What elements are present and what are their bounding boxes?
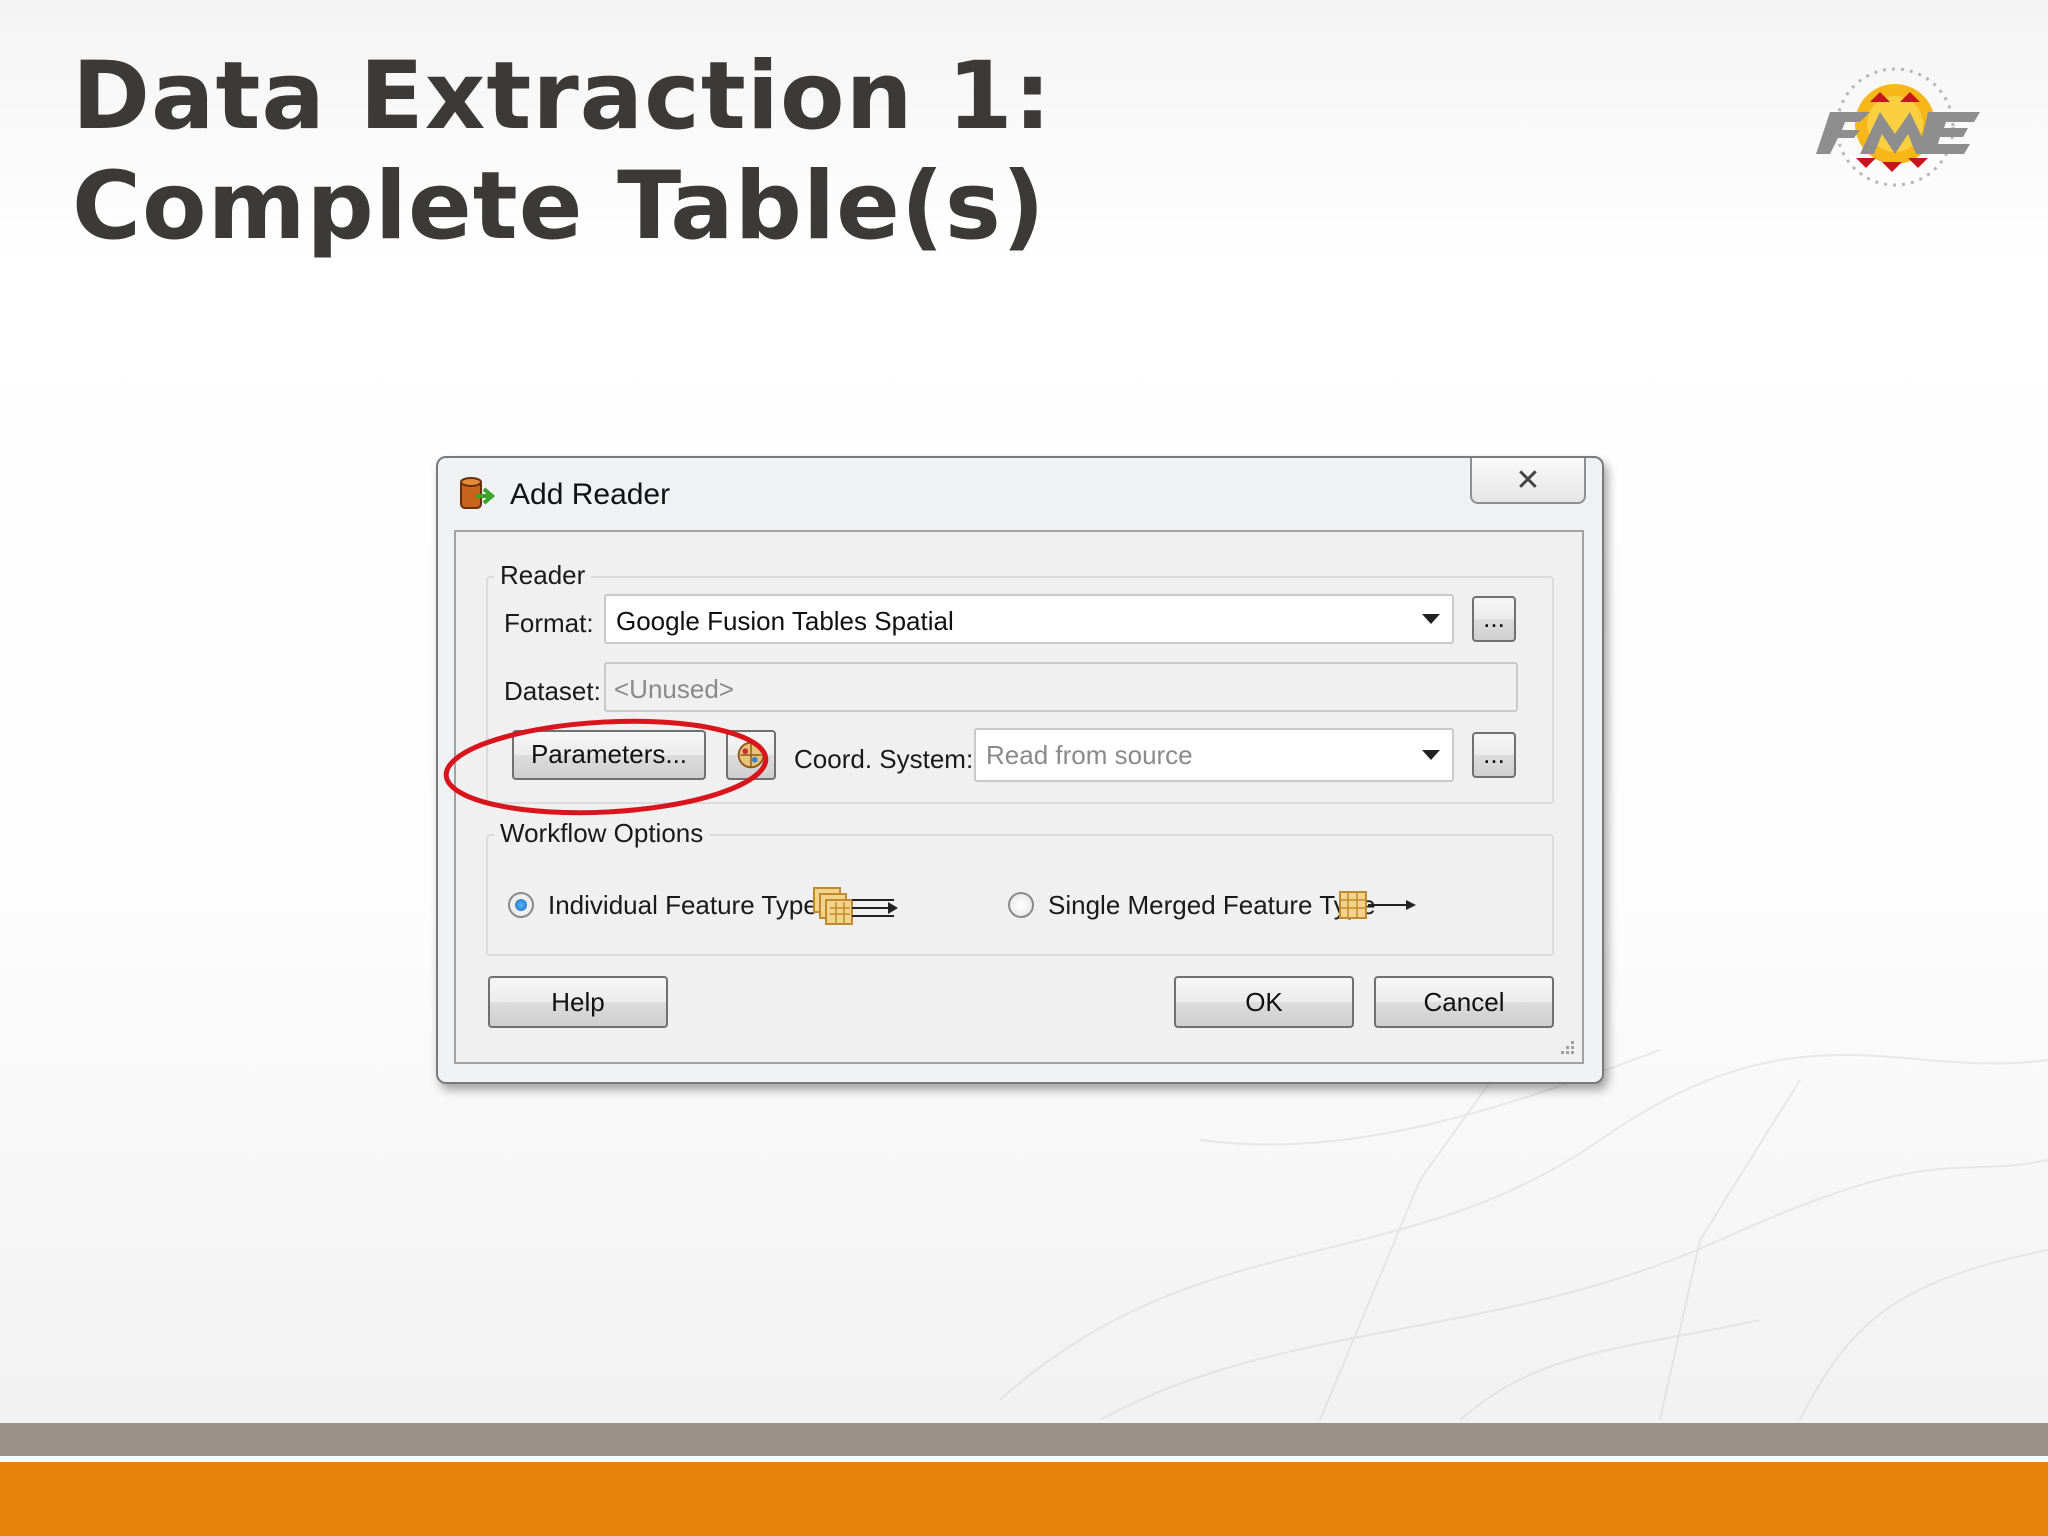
single-merged-feature-type-label[interactable]: Single Merged Feature Type (1048, 890, 1376, 921)
dialog-client-area: Reader Format: Google Fusion Tables Spat… (454, 530, 1584, 1064)
fme-logo-icon (1816, 67, 1980, 187)
footer-gray-bar (0, 1423, 2048, 1456)
coord-system-value: Read from source (986, 740, 1193, 770)
close-button[interactable]: ✕ (1470, 458, 1586, 504)
individual-feature-types-label[interactable]: Individual Feature Types (548, 890, 831, 921)
format-label: Format: (504, 608, 594, 638)
slide-title: Data Extraction 1: Complete Table(s) (72, 42, 1372, 262)
dataset-label: Dataset: (504, 676, 601, 706)
close-icon: ✕ (1515, 463, 1541, 497)
chevron-down-icon (1422, 750, 1440, 760)
format-select[interactable]: Google Fusion Tables Spatial (604, 594, 1454, 644)
footer-orange-bar (0, 1462, 2048, 1536)
format-value: Google Fusion Tables Spatial (616, 606, 954, 636)
reader-group-label: Reader (494, 560, 592, 591)
coord-system-label: Coord. System: (794, 744, 974, 774)
chevron-down-icon (1422, 614, 1440, 624)
resize-grip-icon[interactable] (1556, 1036, 1576, 1056)
ok-button[interactable]: OK (1174, 976, 1354, 1028)
individual-feature-types-radio[interactable] (508, 892, 534, 918)
dataset-field: <Unused> (604, 662, 1518, 712)
single-merged-feature-type-radio[interactable] (1008, 892, 1034, 918)
format-browse-button[interactable]: ... (1472, 596, 1516, 642)
coord-system-select[interactable]: Read from source (974, 728, 1454, 782)
help-button[interactable]: Help (488, 976, 668, 1028)
globe-palette-icon (737, 741, 765, 769)
slide-title-line-1: Data Extraction 1: (72, 42, 1053, 151)
individual-feature-types-icon (813, 887, 898, 925)
dialog-title: Add Reader (510, 478, 671, 511)
slide-title-line-2: Complete Table(s) (72, 152, 1046, 261)
workflow-options-label: Workflow Options (494, 818, 710, 849)
cancel-button[interactable]: Cancel (1374, 976, 1554, 1028)
single-merged-feature-type-icon (1339, 891, 1416, 919)
coord-system-browse-button[interactable]: ... (1472, 732, 1516, 778)
dialog-titlebar[interactable]: Add Reader ✕ (438, 458, 1602, 530)
parameters-button[interactable]: Parameters... (512, 730, 706, 780)
coord-system-picker-button[interactable] (726, 730, 776, 780)
dataset-value: <Unused> (614, 674, 734, 704)
add-reader-dialog: Add Reader ✕ Reader Format: Google Fusio… (436, 456, 1604, 1084)
add-reader-icon (460, 477, 496, 509)
